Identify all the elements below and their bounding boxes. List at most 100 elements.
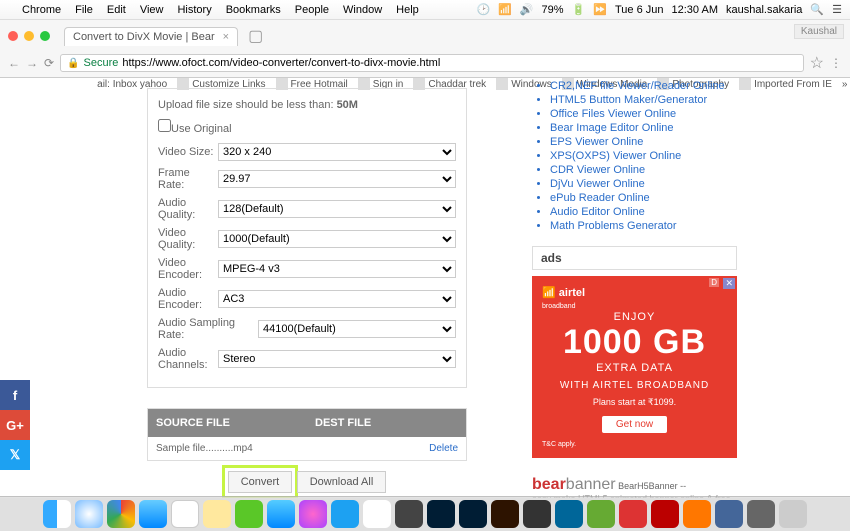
finder-icon[interactable]	[43, 500, 71, 528]
appstore-icon[interactable]	[267, 500, 295, 528]
browser-tab[interactable]: Convert to DivX Movie | Bear ×	[64, 27, 238, 46]
sidebar-link[interactable]: CR2,NEF file Viewer/Reader Online	[550, 80, 737, 92]
reload-button[interactable]: ⟳	[44, 56, 54, 70]
mail-icon[interactable]	[139, 500, 167, 528]
video-size-select[interactable]: 320 x 240	[218, 143, 456, 161]
page-content: Upload file size should be less than: 50…	[0, 78, 850, 498]
menu-people[interactable]: People	[295, 4, 329, 16]
menu-help[interactable]: Help	[396, 4, 419, 16]
close-window[interactable]	[8, 31, 18, 41]
sidebar-links: CR2,NEF file Viewer/Reader Online HTML5 …	[532, 80, 737, 232]
video-encoder-select[interactable]: MPEG-4 v3	[218, 260, 456, 278]
forward-button[interactable]: →	[26, 56, 38, 70]
chrome-profile[interactable]: Kaushal	[794, 24, 844, 39]
sidebar-link[interactable]: Audio Editor Online	[550, 206, 737, 218]
convert-button[interactable]: Convert	[228, 471, 293, 493]
minimize-window[interactable]	[24, 31, 34, 41]
table-row[interactable]: Sample file..........mp4 Delete	[148, 437, 466, 460]
facebook-share[interactable]: f	[0, 380, 30, 410]
wifi-icon[interactable]: 📶	[498, 3, 512, 16]
app-menu[interactable]: Chrome	[22, 4, 61, 16]
menu-window[interactable]: Window	[343, 4, 382, 16]
frame-rate-select[interactable]: 29.97	[218, 170, 456, 188]
word-icon[interactable]	[715, 500, 743, 528]
utorrent-icon[interactable]	[587, 500, 615, 528]
other-bookmarks[interactable]: » 📁 Other Bookmarks	[842, 79, 850, 90]
ad-headline: 1000 GB	[542, 323, 727, 362]
back-button[interactable]: ←	[8, 56, 20, 70]
audio-channels-select[interactable]: Stereo	[218, 350, 456, 368]
menu-bookmarks[interactable]: Bookmarks	[226, 4, 281, 16]
sidebar-link[interactable]: DjVu Viewer Online	[550, 178, 737, 190]
video-quality-select[interactable]: 1000(Default)	[218, 230, 456, 248]
sidebar-link[interactable]: HTML5 Button Maker/Generator	[550, 94, 737, 106]
search-icon[interactable]: 🔍	[810, 3, 824, 16]
menu-view[interactable]: View	[140, 4, 164, 16]
use-original-checkbox[interactable]	[158, 119, 171, 132]
fastforward-icon[interactable]: ⏩	[593, 3, 607, 16]
menu-file[interactable]: File	[75, 4, 93, 16]
battery-icon[interactable]: 🔋	[572, 3, 586, 16]
googleplus-share[interactable]: G+	[0, 410, 30, 440]
menubar-time: 12:30 AM	[672, 4, 718, 16]
ad-banner[interactable]: D ✕ 📶 airtelbroadband ENJOY 1000 GB EXTR…	[532, 276, 737, 458]
file-table: SOURCE FILE DEST FILE Sample file.......…	[147, 408, 467, 461]
sidebar-link[interactable]: ePub Reader Online	[550, 192, 737, 204]
sidebar-link[interactable]: EPS Viewer Online	[550, 136, 737, 148]
lock-icon: 🔒	[67, 58, 79, 69]
audio-quality-select[interactable]: 128(Default)	[218, 200, 456, 218]
app-icon[interactable]	[395, 500, 423, 528]
main-panel: Upload file size should be less than: 50…	[97, 78, 477, 498]
close-tab-icon[interactable]: ×	[223, 31, 229, 43]
calendar-icon[interactable]	[171, 500, 199, 528]
bluetooth-icon[interactable]: 🕑	[476, 3, 490, 16]
bookmark-item[interactable]: Imported From IE	[739, 78, 832, 90]
chrome-icon[interactable]	[107, 500, 135, 528]
ad-cta-button[interactable]: Get now	[602, 416, 667, 433]
downloads-icon[interactable]	[747, 500, 775, 528]
safari-icon[interactable]	[75, 500, 103, 528]
ad-with: WITH AIRTEL BROADBAND	[542, 380, 727, 391]
teamviewer-icon[interactable]	[619, 500, 647, 528]
filezilla-icon[interactable]	[651, 500, 679, 528]
menubar-date: Tue 6 Jun	[615, 4, 664, 16]
sidebar-link[interactable]: Math Problems Generator	[550, 220, 737, 232]
social-share: f G+ 𝕏	[0, 380, 30, 470]
twitter-share[interactable]: 𝕏	[0, 440, 30, 470]
delete-link[interactable]: Delete	[429, 443, 458, 454]
messages-icon[interactable]	[235, 500, 263, 528]
ad-info-icon[interactable]: D	[709, 278, 719, 287]
itunes-icon[interactable]	[299, 500, 327, 528]
menu-edit[interactable]: Edit	[107, 4, 126, 16]
chrome-menu-icon[interactable]: ⋮	[830, 56, 842, 70]
sidebar-link[interactable]: Office Files Viewer Online	[550, 108, 737, 120]
address-bar[interactable]: 🔒 Secure https://www.ofoct.com/video-con…	[60, 54, 804, 72]
trash-icon[interactable]	[779, 500, 807, 528]
lightroom-icon[interactable]	[427, 500, 455, 528]
download-all-button[interactable]: Download All	[297, 471, 387, 493]
vlc-icon[interactable]	[683, 500, 711, 528]
macos-menubar: Chrome File Edit View History Bookmarks …	[0, 0, 850, 20]
menu-history[interactable]: History	[177, 4, 211, 16]
menu-icon[interactable]: ☰	[832, 3, 842, 16]
twitter-icon[interactable]	[331, 500, 359, 528]
sidebar-link[interactable]: XPS(OXPS) Viewer Online	[550, 150, 737, 162]
bookmark-star-icon[interactable]: ☆	[810, 53, 824, 73]
photoshop-icon[interactable]	[459, 500, 487, 528]
sidebar-link[interactable]: Bear Image Editor Online	[550, 122, 737, 134]
sidebar-link[interactable]: CDR Viewer Online	[550, 164, 737, 176]
sampling-rate-select[interactable]: 44100(Default)	[258, 320, 456, 338]
ad-close-icon[interactable]: ✕	[723, 278, 735, 289]
volume-icon[interactable]: 🔊	[520, 3, 534, 16]
audio-encoder-label: Audio Encoder:	[158, 287, 218, 311]
upload-note: Upload file size should be less than: 50…	[158, 99, 456, 111]
maximize-window[interactable]	[40, 31, 50, 41]
terminal-icon[interactable]	[523, 500, 551, 528]
skype-icon[interactable]	[555, 500, 583, 528]
bear-banner[interactable]: bearbanner BearH5Banner -- easy make HTM…	[532, 476, 737, 498]
new-tab-button[interactable]: ▢	[248, 26, 263, 46]
audio-encoder-select[interactable]: AC3	[218, 290, 456, 308]
illustrator-icon[interactable]	[491, 500, 519, 528]
photos-icon[interactable]	[363, 500, 391, 528]
notes-icon[interactable]	[203, 500, 231, 528]
